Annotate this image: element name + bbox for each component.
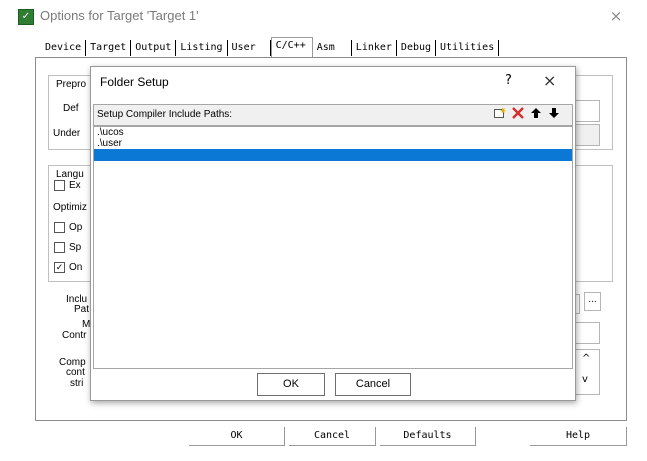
include-paths-label: Pat: [74, 304, 90, 315]
on-option[interactable]: ✓ On: [54, 262, 82, 273]
tab-target[interactable]: Target: [86, 40, 132, 56]
define-input[interactable]: [574, 100, 600, 122]
misc-controls-label: Contr: [62, 330, 87, 341]
scroll-down-icon[interactable]: v: [582, 374, 588, 385]
delete-icon[interactable]: [510, 107, 525, 121]
define-label: Def: [63, 103, 79, 114]
dialog-cancel-button[interactable]: Cancel: [335, 373, 411, 396]
ok-button[interactable]: OK: [189, 427, 285, 446]
tab-device[interactable]: Device: [41, 40, 87, 56]
misc-controls-input[interactable]: [574, 322, 600, 344]
tab-asm[interactable]: Asm: [313, 40, 352, 56]
window-title: Options for Target 'Target 1': [40, 8, 199, 23]
cancel-button[interactable]: Cancel: [289, 427, 376, 446]
undefine-label: Under: [53, 128, 81, 139]
list-item[interactable]: .\user: [94, 138, 572, 149]
new-folder-icon[interactable]: [492, 107, 507, 121]
list-header: Setup Compiler Include Paths:: [93, 104, 573, 126]
compiler-control-label: cont: [66, 367, 85, 378]
ex-option[interactable]: Ex: [54, 180, 81, 191]
bottom-button-bar: OK Cancel Defaults Help: [35, 427, 627, 447]
language-label: Langu: [54, 169, 86, 180]
ex-checkbox[interactable]: [54, 180, 65, 191]
tab-c-cpp[interactable]: C/C++: [270, 37, 313, 58]
compiler-string-label: stri: [70, 378, 84, 389]
tab-linker[interactable]: Linker: [352, 40, 397, 56]
tab-debug[interactable]: Debug: [397, 40, 437, 56]
app-icon: ✓: [18, 9, 34, 25]
on-checkbox-checked[interactable]: ✓: [54, 262, 65, 273]
defaults-button[interactable]: Defaults: [380, 427, 476, 446]
undefine-input[interactable]: [574, 124, 600, 146]
tab-bar: Device Target Output Listing User C/C++ …: [41, 37, 500, 58]
folder-setup-dialog: Folder Setup ? × Setup Compiler Include …: [90, 66, 576, 401]
op-checkbox[interactable]: [54, 222, 65, 233]
preprocessor-label: Prepro: [54, 79, 89, 90]
include-paths-list[interactable]: .\ucos .\user: [93, 126, 573, 369]
move-up-icon[interactable]: [528, 107, 543, 121]
compiler-string-box[interactable]: ^ v: [574, 349, 600, 395]
optimization-label: Optimiz: [53, 202, 87, 213]
tab-user[interactable]: User: [228, 40, 271, 56]
list-item[interactable]: .\ucos: [94, 127, 572, 138]
help-icon[interactable]: ?: [505, 73, 512, 88]
move-down-icon[interactable]: [546, 107, 561, 121]
op-option[interactable]: Op: [54, 222, 82, 233]
dialog-title: Folder Setup: [100, 75, 169, 89]
scroll-up-icon[interactable]: ^: [582, 353, 590, 364]
tab-utilities[interactable]: Utilities: [436, 40, 500, 56]
dialog-close-icon[interactable]: ×: [543, 71, 556, 90]
sp-option[interactable]: Sp: [54, 242, 81, 253]
help-button[interactable]: Help: [530, 427, 627, 446]
close-icon[interactable]: ×: [604, 6, 628, 26]
browse-button[interactable]: ...: [584, 292, 601, 311]
list-header-label: Setup Compiler Include Paths:: [97, 109, 233, 120]
dialog-ok-button[interactable]: OK: [257, 373, 325, 396]
tab-output[interactable]: Output: [131, 40, 177, 56]
list-item-selected-empty[interactable]: [94, 149, 572, 161]
sp-checkbox[interactable]: [54, 242, 65, 253]
tab-listing[interactable]: Listing: [176, 40, 228, 56]
